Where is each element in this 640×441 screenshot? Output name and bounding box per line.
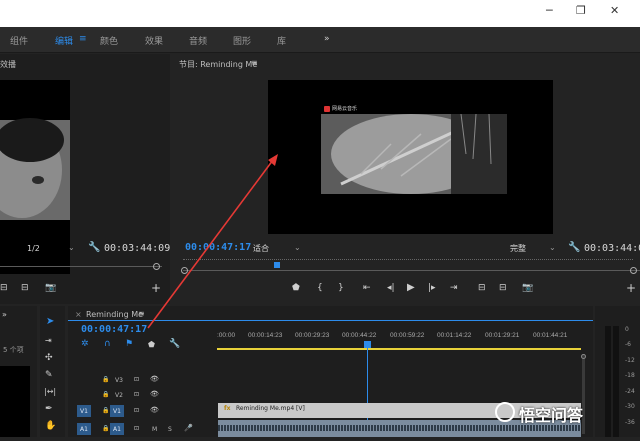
annotation-arrow <box>147 154 278 329</box>
wukong-logo-icon <box>495 402 515 422</box>
brand-watermark: 悟空问答 <box>495 399 635 427</box>
brand-watermark-text: 悟空问答 <box>519 406 584 425</box>
